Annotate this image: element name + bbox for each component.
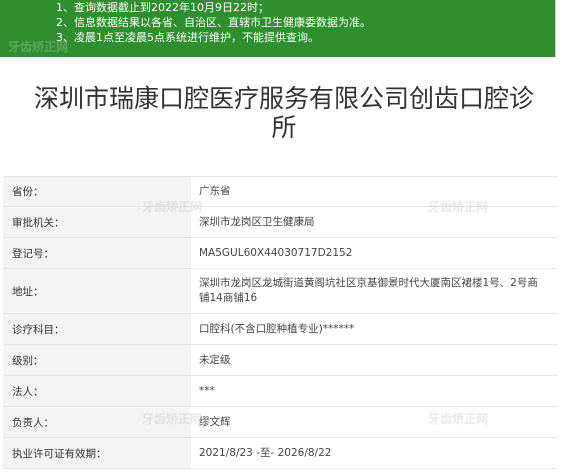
row-label: 负责人： <box>3 407 191 437</box>
notice-line-2: 2、信息数据结果以各省、自治区、直辖市卫生健康委数据为准。 <box>56 16 371 29</box>
row-label: 省份： <box>3 177 191 206</box>
row-label: 法人： <box>3 376 191 406</box>
row-label: 地址： <box>3 269 191 313</box>
table-row-license-validity: 执业许可证有效期： 2021/8/23 -至- 2026/8/22 <box>3 438 558 469</box>
row-value: 未定级 <box>199 353 231 366</box>
notice-banner: 1、查询数据截止到2022年10月9日22时； 2、信息数据结果以各省、自治区、… <box>0 0 556 57</box>
row-label: 登记号： <box>3 238 191 268</box>
table-row-level: 级别： 未定级 <box>3 345 558 376</box>
row-label: 审批机关： <box>3 207 191 237</box>
page-title-line-1: 深圳市瑞康口腔医疗服务有限公司创齿口腔诊 <box>33 84 534 113</box>
page-title-line-2: 所 <box>271 113 297 142</box>
row-label: 执业许可证有效期： <box>3 438 191 468</box>
row-value: 深圳市龙岗区龙城街道黄阁坑社区京基御景时代大厦南区裙楼1号、2号商铺14商铺16 <box>199 277 538 304</box>
row-label: 级别： <box>3 345 191 375</box>
table-row-province: 省份： 广东省 <box>3 176 558 207</box>
row-value: 广东省 <box>199 185 231 197</box>
table-row-departments: 诊疗科目： 口腔科(不含口腔种植专业)****** <box>3 314 558 345</box>
row-value: MA5GUL60X44030717D2152 <box>199 246 353 259</box>
page-title: 深圳市瑞康口腔医疗服务有限公司创齿口腔诊 所 <box>0 84 568 142</box>
notice-line-3: 3、凌晨1点至凌晨5点系统进行维护，不能提供查询。 <box>56 31 319 44</box>
row-value: 口腔科(不含口腔种植专业)****** <box>199 322 355 335</box>
page: 1、查询数据截止到2022年10月9日22时； 2、信息数据结果以各省、自治区、… <box>0 0 568 475</box>
table-row-registration-number: 登记号： MA5GUL60X44030717D2152 <box>3 238 558 269</box>
table-row-person-in-charge: 负责人： 缪文辉 <box>3 407 558 438</box>
table-row-approval-authority: 审批机关： 深圳市龙岗区卫生健康局 <box>3 207 558 238</box>
row-label: 诊疗科目： <box>3 314 191 344</box>
notice-line-1: 1、查询数据截止到2022年10月9日22时； <box>56 1 269 14</box>
row-value: 2021/8/23 -至- 2026/8/22 <box>199 446 332 459</box>
table-row-legal-person: 法人： *** <box>3 376 558 407</box>
row-value: 缪文辉 <box>199 415 231 428</box>
row-value: 深圳市龙岗区卫生健康局 <box>199 215 315 228</box>
info-table: 省份： 广东省 审批机关： 深圳市龙岗区卫生健康局 登记号： MA5GUL60X… <box>3 176 558 469</box>
row-value: *** <box>199 384 215 397</box>
table-row-address: 地址： 深圳市龙岗区龙城街道黄阁坑社区京基御景时代大厦南区裙楼1号、2号商铺14… <box>3 269 558 314</box>
